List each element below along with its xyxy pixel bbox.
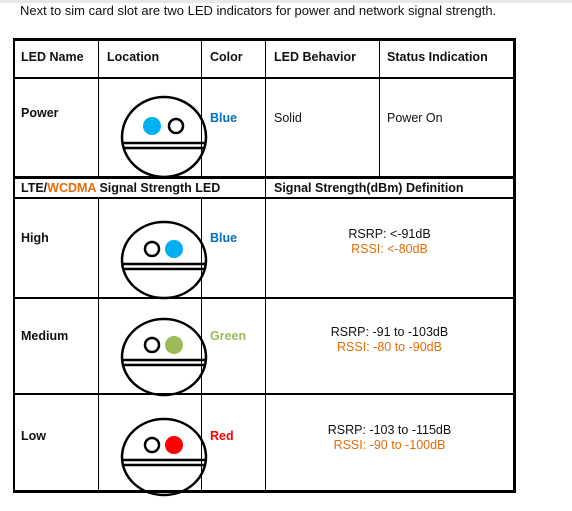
device-outline-icon [120, 220, 208, 300]
signal-row-color: Green [210, 329, 247, 343]
section-header-definition: Signal Strength(dBm) Definition [274, 181, 464, 195]
signal-row-rssi: RSSI: <-80dB [351, 242, 428, 256]
signal-row-name: Medium [21, 329, 69, 343]
col-divider [379, 38, 380, 177]
header-color: Color [210, 50, 243, 64]
signal-row-rsrp: RSRP: <-91dB [348, 227, 431, 241]
power-led-icon [143, 336, 161, 354]
signal-led-icon [165, 436, 183, 454]
section-label-wcdma: WCDMA [47, 181, 96, 195]
section-label-lte: LTE/ [21, 181, 48, 195]
signal-row-rsrp: RSRP: -91 to -103dB [330, 325, 449, 339]
section-label-rest: Signal Strength LED [95, 181, 221, 195]
col-divider [98, 198, 99, 491]
table-border-left [13, 38, 15, 493]
power-led-icon [143, 436, 161, 454]
signal-row-rsrp: RSRP: -103 to -115dB [327, 423, 452, 437]
signal-row-color: Red [210, 429, 234, 443]
signal-led-icon [167, 117, 185, 135]
device-outline-icon [120, 317, 208, 397]
power-led-icon [143, 117, 161, 135]
led-location-diagram-power [120, 95, 208, 179]
intro-paragraph: Next to sim card slot are two LED indica… [20, 3, 497, 18]
table-border-right [513, 38, 516, 493]
header-status-indication: Status Indication [387, 50, 488, 64]
signal-row-name: High [21, 231, 49, 245]
signal-led-icon [165, 240, 183, 258]
section-header-signal-led: LTE/WCDMA Signal Strength LED [21, 181, 220, 195]
header-led-name: LED Name [21, 50, 84, 64]
device-outline-icon [120, 95, 208, 179]
power-led-name: Power [21, 106, 59, 120]
signal-led-icon [165, 336, 183, 354]
power-color: Blue [210, 111, 238, 125]
signal-row-color: Blue [210, 231, 238, 245]
led-indicator-table: LED Name Location Color LED Behavior Sta… [13, 38, 516, 497]
col-divider [98, 38, 99, 177]
led-location-diagram-high [120, 220, 208, 300]
header-led-behavior: LED Behavior [274, 50, 356, 64]
power-status: Power On [387, 111, 443, 125]
signal-row-rssi: RSSI: -80 to -90dB [337, 340, 442, 354]
signal-row-name: Low [21, 429, 46, 443]
device-outline-icon [120, 417, 208, 497]
power-led-icon [143, 240, 161, 258]
header-location: Location [107, 50, 160, 64]
power-behavior: Solid [274, 111, 302, 125]
led-location-diagram-low [120, 417, 208, 497]
signal-row-rssi: RSSI: -90 to -100dB [333, 438, 446, 452]
led-location-diagram-medium [120, 317, 208, 397]
